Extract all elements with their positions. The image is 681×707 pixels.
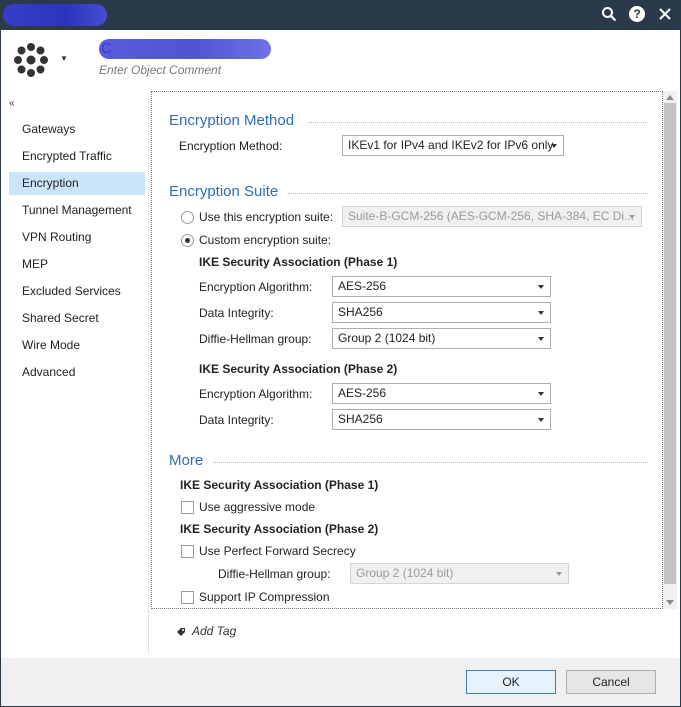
phase2-integrity-value: SHA256 [338, 412, 383, 426]
pfs-dh-label: Diffie-Hellman group: [218, 567, 331, 581]
object-header: ▼ C Enter Object Comment [1, 30, 680, 88]
phase2-title: IKE Security Association (Phase 2) [199, 362, 398, 376]
sidebar-item-excluded-services[interactable]: Excluded Services [9, 280, 145, 303]
encryption-method-label: Encryption Method: [179, 139, 283, 153]
phase2-enc-alg-label: Encryption Algorithm: [199, 387, 313, 401]
help-glyph: ? [629, 6, 645, 22]
section-title-encryption-method: Encryption Method [169, 112, 295, 129]
object-icon-dropdown[interactable]: ▼ [60, 54, 68, 63]
more-phase1-title: IKE Security Association (Phase 1) [180, 478, 379, 492]
vertical-scrollbar[interactable] [663, 91, 677, 609]
tag-icon [177, 628, 185, 636]
scroll-up-icon[interactable] [666, 95, 674, 100]
ip-compression-label: Support IP Compression [199, 590, 330, 604]
sidebar-item-advanced[interactable]: Advanced [9, 361, 145, 384]
pfs-label: Use Perfect Forward Secrecy [199, 544, 356, 558]
section-divider [308, 122, 648, 123]
redacted-object-name [99, 39, 271, 59]
custom-suite-label: Custom encryption suite: [199, 233, 332, 247]
custom-suite-radio[interactable] [181, 234, 194, 247]
chevron-down-icon [551, 144, 557, 148]
section-title-encryption-suite: Encryption Suite [169, 183, 279, 200]
sidebar-item-encryption[interactable]: Encryption [9, 172, 145, 195]
phase1-integrity-select[interactable]: SHA256 [332, 302, 551, 323]
encryption-method-value: IKEv1 for IPv4 and IKEv2 for IPv6 only [348, 138, 554, 152]
chevron-down-icon [538, 311, 544, 315]
ok-button[interactable]: OK [466, 670, 556, 694]
chevron-down-icon [629, 215, 635, 219]
aggressive-mode-checkbox[interactable] [181, 501, 194, 514]
pfs-dh-value: Group 2 (1024 bit) [356, 566, 454, 580]
community-icon [14, 43, 48, 77]
more-phase2-title: IKE Security Association (Phase 2) [180, 522, 379, 536]
section-divider [288, 193, 648, 194]
scrollbar-thumb[interactable] [664, 103, 676, 584]
sidebar-item-tunnel-management[interactable]: Tunnel Management [9, 199, 145, 222]
sidebar-nav: Gateways Encrypted Traffic Encryption Tu… [9, 118, 145, 388]
sidebar-item-encrypted-traffic[interactable]: Encrypted Traffic [9, 145, 145, 168]
phase1-enc-alg-select[interactable]: AES-256 [332, 276, 551, 297]
phase1-enc-alg-value: AES-256 [338, 279, 387, 293]
collapse-sidebar-icon[interactable]: « [9, 98, 15, 109]
phase1-dh-select[interactable]: Group 2 (1024 bit) [332, 328, 551, 349]
use-suite-label: Use this encryption suite: [199, 210, 334, 224]
redacted-title [3, 4, 107, 26]
section-title-more: More [169, 452, 204, 469]
add-tag-link[interactable]: Add Tag [192, 624, 236, 638]
search-icon[interactable] [600, 5, 618, 23]
ip-compression-checkbox[interactable] [181, 591, 194, 604]
pfs-checkbox[interactable] [181, 545, 194, 558]
sidebar-item-vpn-routing[interactable]: VPN Routing [9, 226, 145, 249]
cancel-button[interactable]: Cancel [566, 670, 656, 694]
phase1-dh-value: Group 2 (1024 bit) [338, 331, 436, 345]
encryption-method-select[interactable]: IKEv1 for IPv4 and IKEv2 for IPv6 only [342, 135, 564, 156]
encryption-suite-select[interactable]: Suite-B-GCM-256 (AES-GCM-256, SHA-384, E… [342, 206, 642, 227]
title-bar: ? [1, 0, 680, 30]
phase2-enc-alg-value: AES-256 [338, 386, 387, 400]
dialog-window: ? ▼ C Enter Object Comment [0, 0, 681, 707]
phase1-title: IKE Security Association (Phase 1) [199, 255, 398, 269]
sidebar: « Gateways Encrypted Traffic Encryption … [1, 94, 149, 654]
scroll-down-icon[interactable] [666, 600, 674, 605]
chevron-down-icon [538, 418, 544, 422]
sidebar-item-mep[interactable]: MEP [9, 253, 145, 276]
phase1-enc-alg-label: Encryption Algorithm: [199, 280, 313, 294]
dialog-client: ▼ C Enter Object Comment « Gateways Encr… [1, 30, 680, 706]
phase1-dh-label: Diffie-Hellman group: [199, 332, 312, 346]
pfs-dh-select[interactable]: Group 2 (1024 bit) [350, 563, 569, 584]
phase2-integrity-label: Data Integrity: [199, 413, 274, 427]
encryption-settings-panel: Encryption Method Encryption Method: IKE… [151, 91, 663, 609]
phase2-enc-alg-select[interactable]: AES-256 [332, 383, 551, 404]
sidebar-item-shared-secret[interactable]: Shared Secret [9, 307, 145, 330]
chevron-down-icon [538, 337, 544, 341]
chevron-down-icon [538, 392, 544, 396]
help-icon[interactable]: ? [628, 5, 646, 23]
chevron-down-icon [556, 572, 562, 576]
sidebar-item-wire-mode[interactable]: Wire Mode [9, 334, 145, 357]
sidebar-item-gateways[interactable]: Gateways [9, 118, 145, 141]
aggressive-mode-label: Use aggressive mode [199, 500, 316, 514]
use-suite-radio[interactable] [181, 211, 194, 224]
close-icon[interactable] [656, 5, 674, 23]
section-divider [214, 462, 648, 463]
phase1-integrity-label: Data Integrity: [199, 306, 274, 320]
encryption-suite-value: Suite-B-GCM-256 (AES-GCM-256, SHA-384, E… [348, 209, 635, 223]
dialog-footer: OK Cancel [1, 658, 680, 706]
phase1-integrity-value: SHA256 [338, 305, 383, 319]
chevron-down-icon [538, 285, 544, 289]
phase2-integrity-select[interactable]: SHA256 [332, 409, 551, 430]
object-comment-field[interactable]: Enter Object Comment [99, 63, 221, 77]
